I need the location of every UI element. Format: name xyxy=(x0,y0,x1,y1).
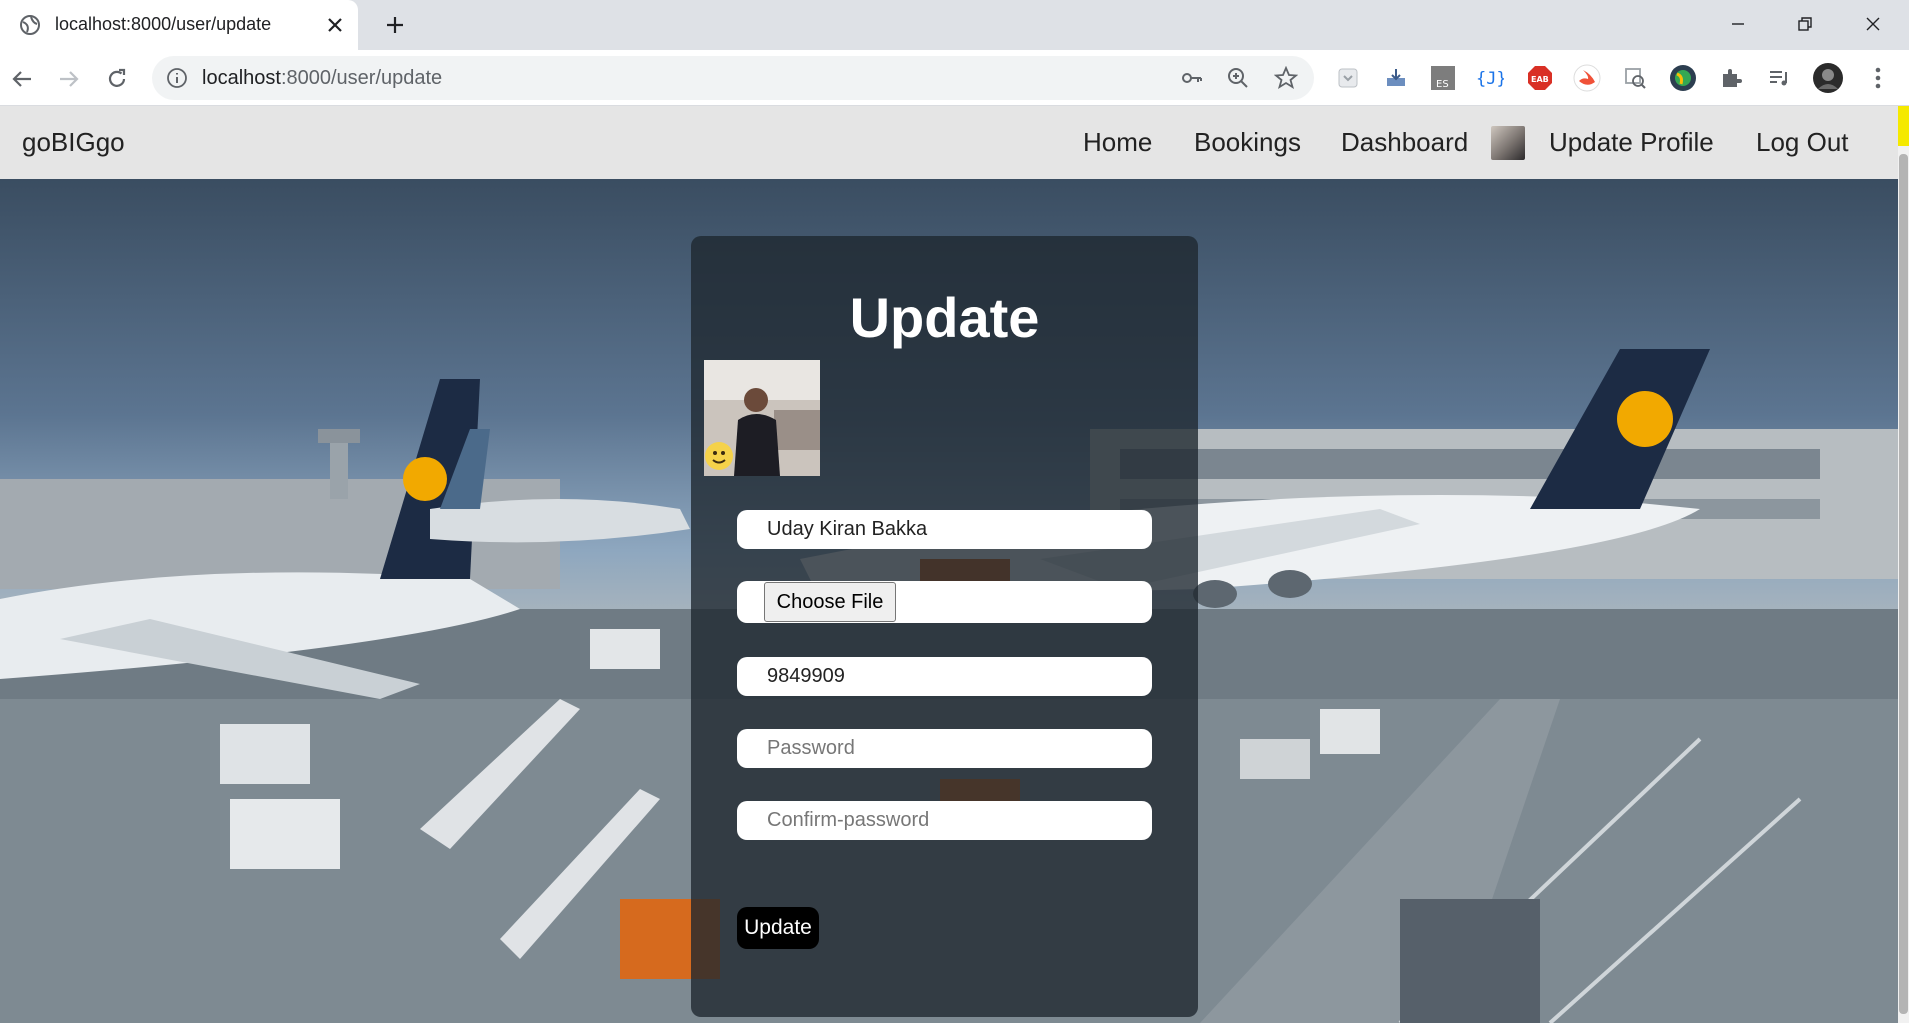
address-bar[interactable]: localhost:8000/user/update xyxy=(152,56,1314,100)
nav-update-profile-link[interactable]: Update Profile xyxy=(1549,127,1714,158)
site-navbar: goBIGgo Home Bookings Dashboard Update P… xyxy=(0,106,1909,179)
tab-title: localhost:8000/user/update xyxy=(55,14,272,34)
info-icon[interactable] xyxy=(166,67,188,89)
update-submit-button[interactable]: Update xyxy=(737,907,819,949)
name-field[interactable] xyxy=(737,510,1152,549)
confirm-password-field[interactable] xyxy=(737,801,1152,840)
choose-file-button[interactable]: Choose File xyxy=(764,582,896,622)
close-window-icon[interactable] xyxy=(1851,8,1895,40)
close-tab-icon[interactable] xyxy=(322,12,348,38)
browser-tabstrip: localhost:8000/user/update xyxy=(0,0,1909,50)
profile-picture xyxy=(704,360,820,476)
new-tab-icon[interactable] xyxy=(380,10,410,40)
ext-inspect-icon[interactable] xyxy=(1621,64,1649,92)
url-text: localhost:8000/user/update xyxy=(202,67,442,90)
browser-toolbar: localhost:8000/user/update ES {J} EAB xyxy=(0,50,1909,106)
back-arrow-icon[interactable] xyxy=(5,62,39,96)
site-brand[interactable]: goBIGgo xyxy=(22,127,125,158)
svg-text:ES: ES xyxy=(1436,79,1449,90)
ext-es-icon[interactable]: ES xyxy=(1429,64,1457,92)
update-form-card xyxy=(691,236,1198,1017)
reload-icon[interactable] xyxy=(100,62,134,96)
extensions-puzzle-icon[interactable] xyxy=(1717,64,1745,92)
forward-arrow-icon[interactable] xyxy=(52,62,86,96)
browser-tab[interactable]: localhost:8000/user/update xyxy=(0,0,358,50)
url-path: :8000/user/update xyxy=(280,67,443,89)
profile-avatar[interactable] xyxy=(1812,62,1844,94)
scroll-indicator xyxy=(1898,106,1909,146)
bookmark-star-icon[interactable] xyxy=(1274,66,1298,90)
ext-json-icon[interactable]: {J} xyxy=(1476,64,1504,92)
page-scrollbar-thumb[interactable] xyxy=(1899,154,1908,1014)
nav-home-link[interactable]: Home xyxy=(1083,127,1152,158)
ext-grey-icon[interactable] xyxy=(1334,64,1362,92)
svg-text:EAB: EAB xyxy=(1531,75,1549,84)
nav-logout-link[interactable]: Log Out xyxy=(1756,127,1849,158)
password-field[interactable] xyxy=(737,729,1152,768)
ext-globe-icon[interactable] xyxy=(1669,64,1697,92)
media-control-icon[interactable] xyxy=(1765,64,1793,92)
nav-dashboard-link[interactable]: Dashboard xyxy=(1341,127,1468,158)
restore-window-icon[interactable] xyxy=(1783,8,1827,40)
minimize-window-icon[interactable] xyxy=(1716,8,1760,40)
ext-swift-icon[interactable] xyxy=(1573,64,1601,92)
browser-menu-icon[interactable] xyxy=(1864,64,1892,92)
svg-text:{J}: {J} xyxy=(1476,69,1504,89)
url-host: localhost xyxy=(202,67,281,89)
nav-bookings-link[interactable]: Bookings xyxy=(1194,127,1301,158)
nav-avatar-image xyxy=(1491,126,1525,160)
ext-eab-icon[interactable]: EAB xyxy=(1526,64,1554,92)
web-page: goBIGgo Home Bookings Dashboard Update P… xyxy=(0,106,1909,1023)
form-title: Update xyxy=(849,286,1040,349)
ext-download-icon[interactable] xyxy=(1382,64,1410,92)
zoom-icon[interactable] xyxy=(1226,66,1250,90)
key-icon[interactable] xyxy=(1180,66,1204,90)
globe-icon xyxy=(20,15,40,35)
profile-image-upload: Choose File xyxy=(737,581,1152,623)
phone-field[interactable] xyxy=(737,657,1152,696)
